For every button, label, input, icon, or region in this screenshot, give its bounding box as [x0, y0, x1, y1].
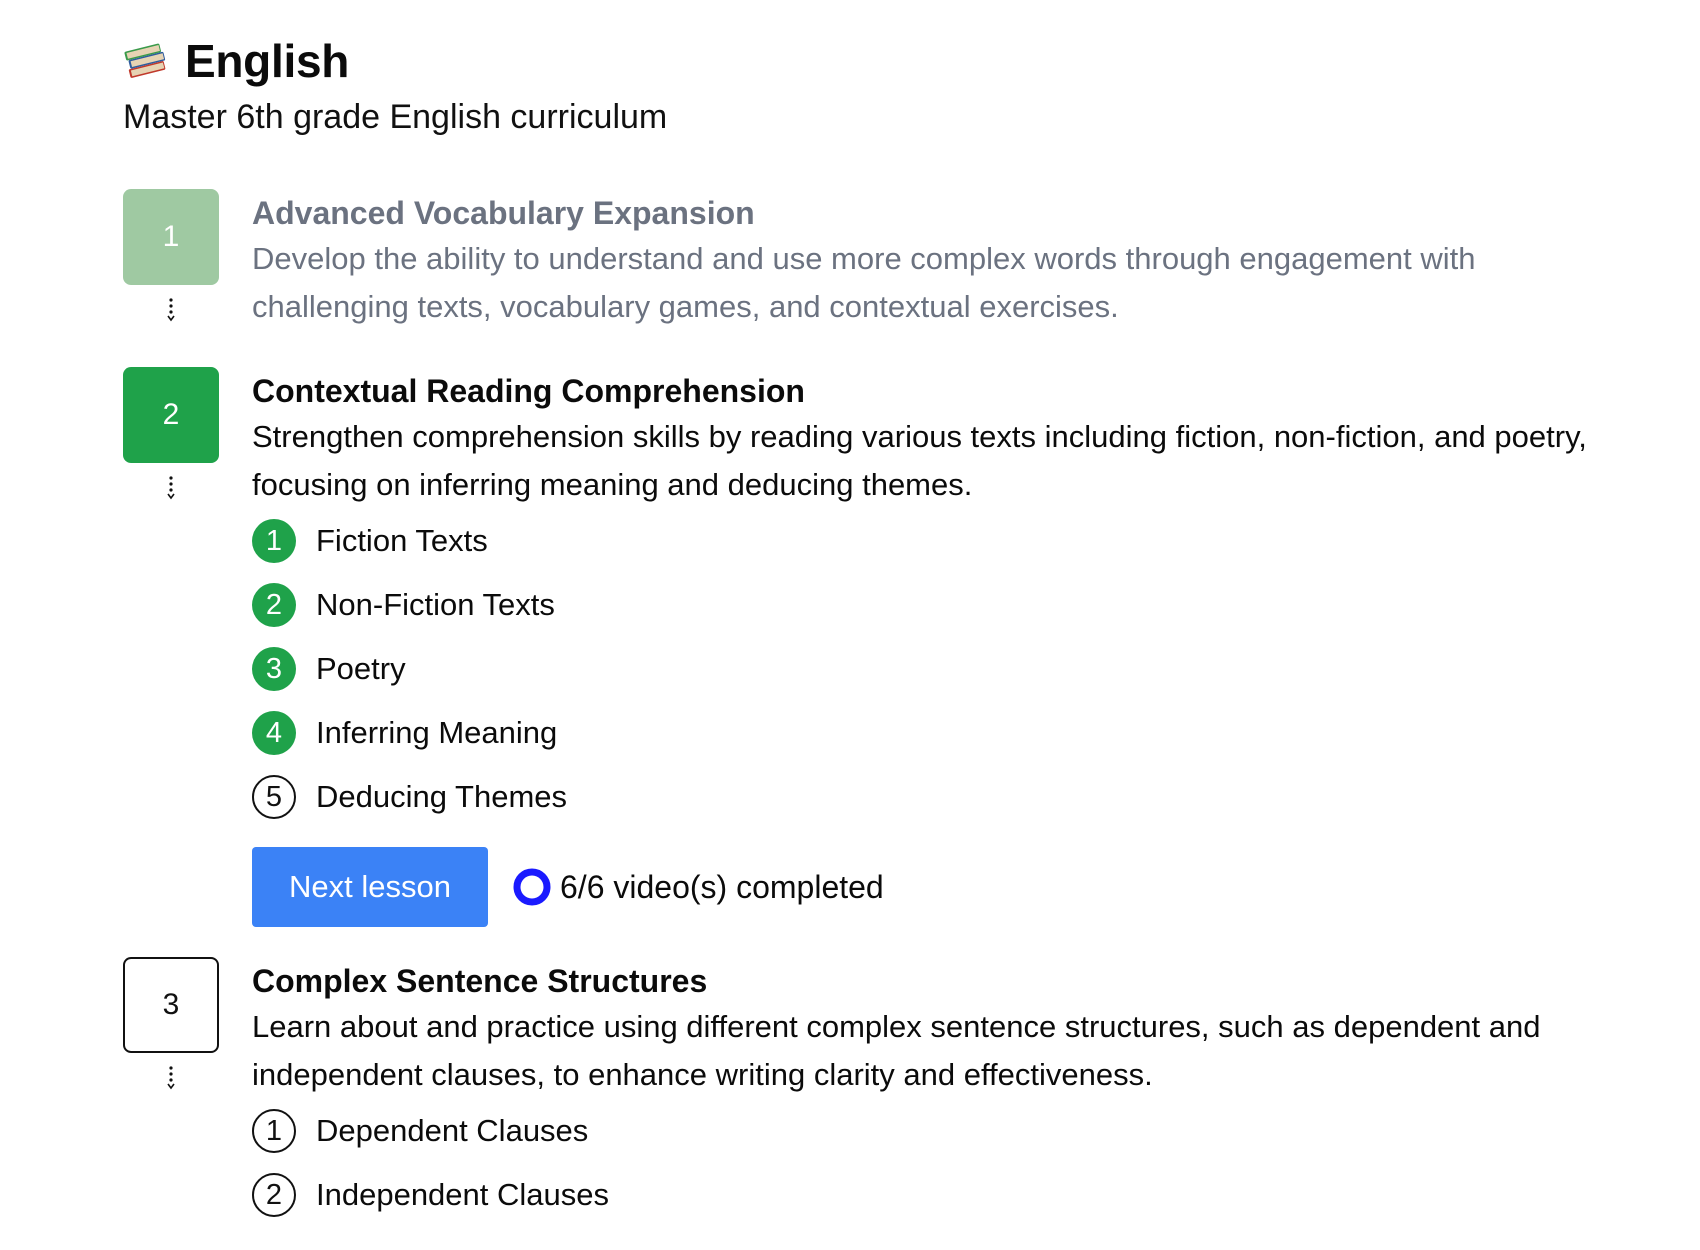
books-icon	[123, 39, 169, 83]
next-lesson-button[interactable]: Next lesson	[252, 847, 488, 927]
unit-item[interactable]: 2 Contextual Reading Comprehension Stren…	[123, 367, 1603, 927]
lesson-list: 1 Fiction Texts 2 Non-Fiction Texts 3 Po…	[252, 517, 1603, 821]
page-subtitle: Master 6th grade English curriculum	[123, 98, 668, 136]
course-page: English Master 6th grade English curricu…	[123, 30, 1603, 1235]
lesson-number-badge: 5	[252, 775, 296, 819]
vertical-dots-icon	[167, 297, 175, 323]
unit-number-badge[interactable]: 1	[123, 189, 219, 285]
video-progress-text: 6/6 video(s) completed	[560, 868, 884, 905]
unit-item[interactable]: 3 Complex Sentence Structures Learn abou…	[123, 957, 1603, 1235]
lesson-actions: Next lesson 6/6 video(s) completed	[252, 847, 1603, 927]
unit-list: 1 Advanced Vocabulary Expansion Develop …	[123, 189, 1603, 1235]
unit-body: Complex Sentence Structures Learn about …	[252, 957, 1603, 1235]
unit-number-badge[interactable]: 3	[123, 957, 219, 1053]
lesson-number-badge: 1	[252, 519, 296, 563]
lesson-label[interactable]: Inferring Meaning	[316, 715, 557, 751]
unit-number-badge[interactable]: 2	[123, 367, 219, 463]
lesson-label[interactable]: Fiction Texts	[316, 523, 488, 559]
lesson-item[interactable]: 1 Dependent Clauses	[252, 1107, 1603, 1155]
unit-body: Advanced Vocabulary Expansion Develop th…	[252, 189, 1603, 331]
lesson-label[interactable]: Poetry	[316, 651, 406, 687]
lesson-list: 1 Dependent Clauses 2 Independent Clause…	[252, 1107, 1603, 1219]
unit-rail: 2	[123, 367, 219, 927]
lesson-item[interactable]: 1 Fiction Texts	[252, 517, 1603, 565]
vertical-dots-icon	[167, 1065, 175, 1091]
lesson-item[interactable]: 5 Deducing Themes	[252, 773, 1603, 821]
lesson-label[interactable]: Non-Fiction Texts	[316, 587, 555, 623]
lesson-item[interactable]: 3 Poetry	[252, 645, 1603, 693]
unit-title[interactable]: Advanced Vocabulary Expansion	[252, 195, 1603, 231]
lesson-label[interactable]: Deducing Themes	[316, 779, 567, 815]
lesson-label[interactable]: Dependent Clauses	[316, 1113, 588, 1149]
vertical-dots-icon	[167, 475, 175, 501]
unit-description: Strengthen comprehension skills by readi…	[252, 419, 1587, 502]
lesson-number-badge: 3	[252, 647, 296, 691]
unit-rail: 3	[123, 957, 219, 1235]
unit-title[interactable]: Contextual Reading Comprehension	[252, 373, 1603, 409]
unit-description: Develop the ability to understand and us…	[252, 241, 1476, 324]
lesson-number-badge: 4	[252, 711, 296, 755]
lesson-number-badge: 1	[252, 1109, 296, 1153]
course-header: English	[123, 30, 1603, 92]
unit-body: Contextual Reading Comprehension Strengt…	[252, 367, 1603, 927]
lesson-number-badge: 2	[252, 1173, 296, 1217]
unit-title[interactable]: Complex Sentence Structures	[252, 963, 1603, 999]
progress-ring-icon	[512, 867, 552, 907]
lesson-item[interactable]: 2 Independent Clauses	[252, 1171, 1603, 1219]
lesson-item[interactable]: 2 Non-Fiction Texts	[252, 581, 1603, 629]
page-title: English	[185, 35, 350, 87]
unit-description: Learn about and practice using different…	[252, 1009, 1541, 1092]
lesson-number-badge: 2	[252, 583, 296, 627]
lesson-item[interactable]: 4 Inferring Meaning	[252, 709, 1603, 757]
unit-rail: 1	[123, 189, 219, 331]
unit-item[interactable]: 1 Advanced Vocabulary Expansion Develop …	[123, 189, 1603, 331]
lesson-label[interactable]: Independent Clauses	[316, 1177, 609, 1213]
